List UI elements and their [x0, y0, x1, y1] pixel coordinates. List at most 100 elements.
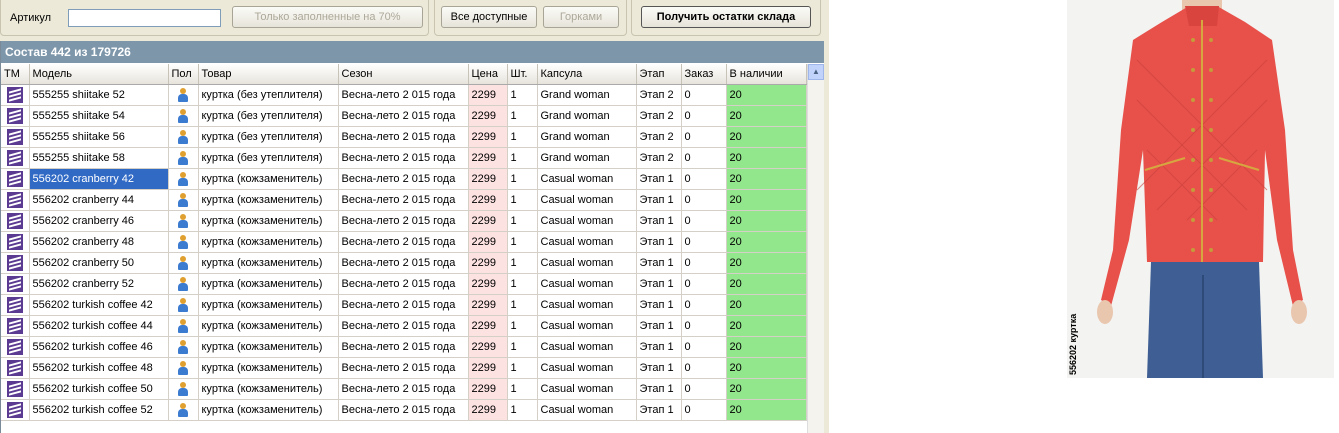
cell-season[interactable]: Весна-лето 2 015 года: [338, 273, 469, 295]
cell-qty[interactable]: 1: [507, 399, 538, 421]
cell-qty[interactable]: 1: [507, 273, 538, 295]
cell-item[interactable]: куртка (кожзаменитель): [198, 252, 339, 274]
cell-capsule[interactable]: Casual woman: [537, 399, 637, 421]
col-header-available[interactable]: В наличии: [726, 64, 807, 85]
col-header-sex[interactable]: Пол: [168, 64, 199, 85]
cell-model[interactable]: 556202 cranberry 42: [29, 168, 169, 190]
cell-season[interactable]: Весна-лето 2 015 года: [338, 84, 469, 106]
cell-qty[interactable]: 1: [507, 168, 538, 190]
article-input[interactable]: [68, 9, 221, 27]
cell-model[interactable]: 555255 shiitake 58: [29, 147, 169, 169]
cell-available[interactable]: 20: [726, 273, 807, 295]
cell-qty[interactable]: 1: [507, 252, 538, 274]
cell-item[interactable]: куртка (без утеплителя): [198, 147, 339, 169]
cell-qty[interactable]: 1: [507, 336, 538, 358]
col-header-capsule[interactable]: Капсула: [537, 64, 637, 85]
cell-order[interactable]: 0: [681, 231, 727, 253]
cell-item[interactable]: куртка (кожзаменитель): [198, 315, 339, 337]
cell-stage[interactable]: Этап 1: [636, 399, 682, 421]
cell-tm[interactable]: [1, 105, 30, 127]
get-stock-button[interactable]: Получить остатки склада: [641, 6, 811, 28]
table-row[interactable]: 556202 cranberry 48 куртка (кожзаменитель…: [1, 231, 807, 253]
cell-tm[interactable]: [1, 210, 30, 232]
cell-tm[interactable]: [1, 147, 30, 169]
col-header-qty[interactable]: Шт.: [507, 64, 538, 85]
cell-season[interactable]: Весна-лето 2 015 года: [338, 315, 469, 337]
cell-model[interactable]: 556202 cranberry 50: [29, 252, 169, 274]
cell-available[interactable]: 20: [726, 336, 807, 358]
cell-qty[interactable]: 1: [507, 105, 538, 127]
table-row[interactable]: 556202 cranberry 52 куртка (кожзаменитель…: [1, 273, 807, 295]
cell-capsule[interactable]: Casual woman: [537, 357, 637, 379]
cell-item[interactable]: куртка (кожзаменитель): [198, 210, 339, 232]
cell-stage[interactable]: Этап 1: [636, 294, 682, 316]
cell-order[interactable]: 0: [681, 357, 727, 379]
cell-available[interactable]: 20: [726, 105, 807, 127]
cell-capsule[interactable]: Casual woman: [537, 273, 637, 295]
cell-model[interactable]: 556202 cranberry 48: [29, 231, 169, 253]
table-row[interactable]: 555255 shiitake 56 куртка (без утеплителя…: [1, 126, 807, 148]
cell-model[interactable]: 555255 shiitake 52: [29, 84, 169, 106]
cell-available[interactable]: 20: [726, 84, 807, 106]
cell-stage[interactable]: Этап 1: [636, 378, 682, 400]
cell-available[interactable]: 20: [726, 252, 807, 274]
cell-tm[interactable]: [1, 189, 30, 211]
cell-item[interactable]: куртка (кожзаменитель): [198, 189, 339, 211]
cell-model[interactable]: 555255 shiitake 54: [29, 105, 169, 127]
table-row[interactable]: 556202 turkish coffee 44 куртка (кожзамен…: [1, 315, 807, 337]
cell-tm[interactable]: [1, 231, 30, 253]
cell-sex[interactable]: [168, 273, 199, 295]
cell-order[interactable]: 0: [681, 168, 727, 190]
cell-capsule[interactable]: Grand woman: [537, 84, 637, 106]
cell-capsule[interactable]: Casual woman: [537, 336, 637, 358]
cell-qty[interactable]: 1: [507, 84, 538, 106]
cell-sex[interactable]: [168, 378, 199, 400]
cell-capsule[interactable]: Casual woman: [537, 168, 637, 190]
cell-available[interactable]: 20: [726, 357, 807, 379]
cell-capsule[interactable]: Casual woman: [537, 231, 637, 253]
cell-tm[interactable]: [1, 84, 30, 106]
filled-70-button[interactable]: Только заполненные на 70%: [232, 6, 423, 28]
cell-capsule[interactable]: Grand woman: [537, 147, 637, 169]
cell-capsule[interactable]: Grand woman: [537, 105, 637, 127]
cell-sex[interactable]: [168, 357, 199, 379]
cell-tm[interactable]: [1, 273, 30, 295]
cell-sex[interactable]: [168, 336, 199, 358]
cell-sex[interactable]: [168, 147, 199, 169]
cell-item[interactable]: куртка (без утеплителя): [198, 105, 339, 127]
cell-model[interactable]: 556202 turkish coffee 44: [29, 315, 169, 337]
cell-sex[interactable]: [168, 210, 199, 232]
cell-price[interactable]: 2299: [468, 252, 508, 274]
cell-qty[interactable]: 1: [507, 126, 538, 148]
cell-stage[interactable]: Этап 1: [636, 231, 682, 253]
table-row[interactable]: 556202 cranberry 42 куртка (кожзаменитель…: [1, 168, 807, 190]
cell-stage[interactable]: Этап 1: [636, 315, 682, 337]
cell-stage[interactable]: Этап 1: [636, 336, 682, 358]
cell-price[interactable]: 2299: [468, 105, 508, 127]
table-row[interactable]: 556202 cranberry 44 куртка (кожзаменитель…: [1, 189, 807, 211]
cell-season[interactable]: Весна-лето 2 015 года: [338, 252, 469, 274]
cell-capsule[interactable]: Casual woman: [537, 294, 637, 316]
table-row[interactable]: 556202 cranberry 50 куртка (кожзаменитель…: [1, 252, 807, 274]
cell-capsule[interactable]: Casual woman: [537, 378, 637, 400]
cell-tm[interactable]: [1, 378, 30, 400]
cell-item[interactable]: куртка (кожзаменитель): [198, 399, 339, 421]
cell-stage[interactable]: Этап 1: [636, 168, 682, 190]
table-row[interactable]: 556202 turkish coffee 52 куртка (кожзамен…: [1, 399, 807, 421]
vertical-scrollbar[interactable]: ▲: [807, 64, 824, 433]
cell-tm[interactable]: [1, 336, 30, 358]
cell-stage[interactable]: Этап 1: [636, 357, 682, 379]
cell-item[interactable]: куртка (кожзаменитель): [198, 168, 339, 190]
cell-season[interactable]: Весна-лето 2 015 года: [338, 147, 469, 169]
cell-sex[interactable]: [168, 399, 199, 421]
cell-price[interactable]: 2299: [468, 168, 508, 190]
cell-model[interactable]: 556202 turkish coffee 48: [29, 357, 169, 379]
cell-season[interactable]: Весна-лето 2 015 года: [338, 357, 469, 379]
cell-qty[interactable]: 1: [507, 315, 538, 337]
cell-order[interactable]: 0: [681, 189, 727, 211]
cell-season[interactable]: Весна-лето 2 015 года: [338, 210, 469, 232]
cell-capsule[interactable]: Grand woman: [537, 126, 637, 148]
cell-available[interactable]: 20: [726, 168, 807, 190]
cell-season[interactable]: Весна-лето 2 015 года: [338, 399, 469, 421]
cell-order[interactable]: 0: [681, 336, 727, 358]
